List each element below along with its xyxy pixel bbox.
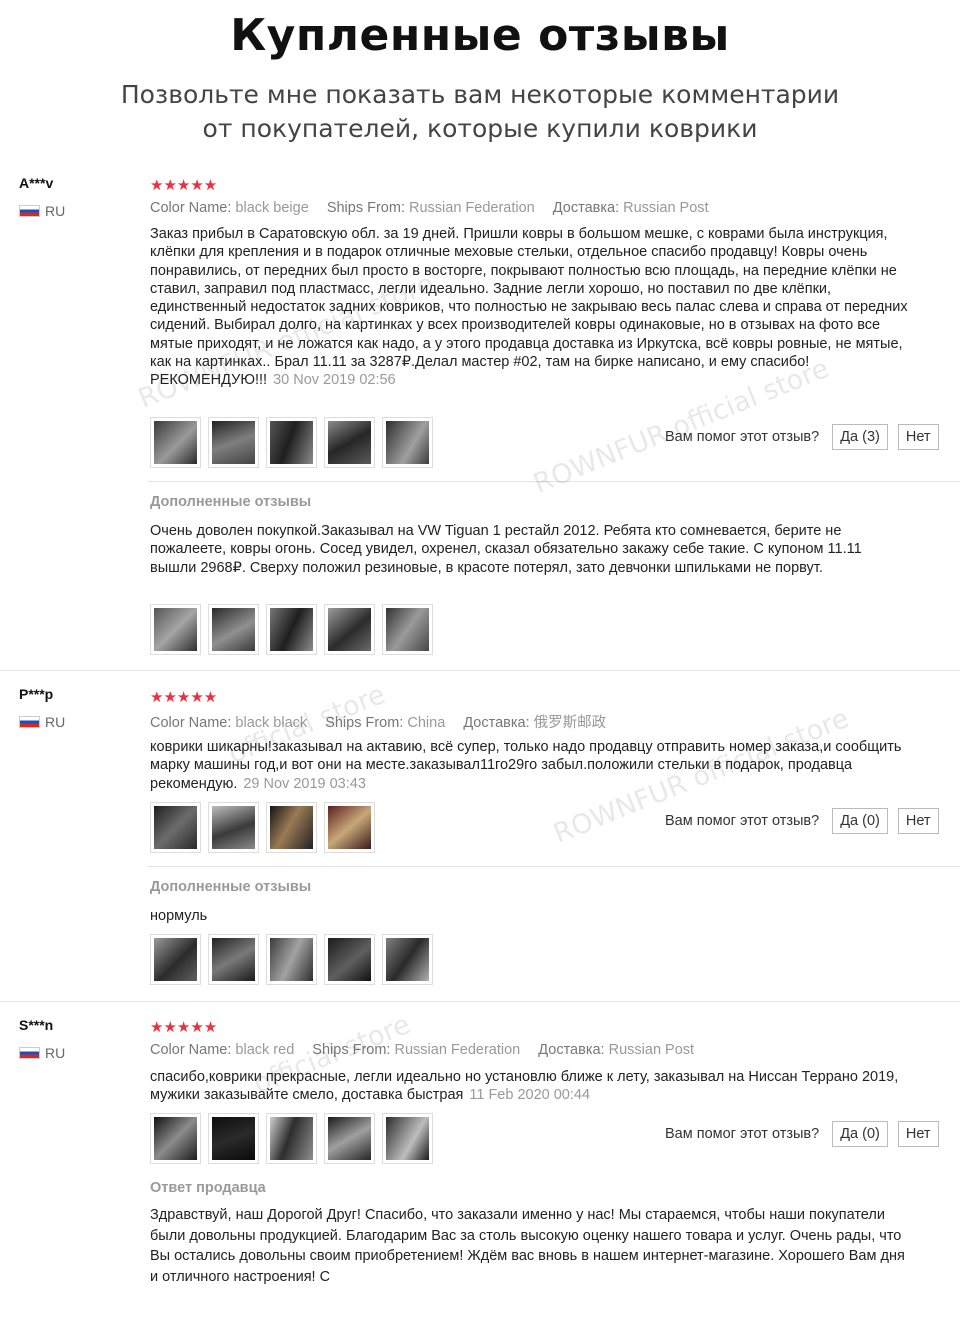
photo-thumbnail[interactable] <box>382 1113 433 1164</box>
color-name-value: black black <box>235 715 308 731</box>
vote-yes-button[interactable]: Да (0) <box>832 808 888 834</box>
photo-thumbnail[interactable] <box>382 417 433 468</box>
review-separator <box>0 1001 960 1002</box>
helpful-vote: Вам помог этот отзыв? Да (3) Нет <box>665 424 949 450</box>
vote-yes-button[interactable]: Да (3) <box>832 424 888 450</box>
divider <box>148 866 960 867</box>
additional-photos <box>150 934 433 985</box>
divider <box>148 481 960 482</box>
helpful-question: Вам помог этот отзыв? <box>665 813 820 829</box>
review-separator <box>0 670 960 671</box>
photo-thumbnail[interactable] <box>208 934 259 985</box>
photo-thumbnail[interactable] <box>150 934 201 985</box>
helpful-vote: Вам помог этот отзыв? Да (0) Нет <box>665 808 949 834</box>
review-text: Заказ прибыл в Саратовскую обл. за 19 дн… <box>150 225 910 390</box>
ships-from-label: Ships From: <box>312 1042 391 1058</box>
page-subtitle: Позвольте мне показать вам некоторые ком… <box>0 78 960 146</box>
reviewer-name: A***v <box>19 175 54 191</box>
additional-review-text: Очень доволен покупкой.Заказывал на VW T… <box>150 523 862 576</box>
photo-thumbnail[interactable] <box>266 604 317 655</box>
photo-thumbnail[interactable] <box>266 417 317 468</box>
additional-review-text: нормуль <box>150 908 208 924</box>
delivery-label: Доставка: <box>463 715 530 731</box>
review-date: 30 Nov 2019 02:56 <box>273 372 396 389</box>
seller-reply-label: Ответ продавца <box>150 1180 266 1196</box>
reviewer-name: P***p <box>19 686 54 702</box>
ships-from-label: Ships From: <box>326 200 405 216</box>
review-meta: Color Name: black red Ships From: Russia… <box>150 1042 708 1058</box>
photo-thumbnail[interactable] <box>150 802 201 853</box>
vote-no-button[interactable]: Нет <box>897 808 939 834</box>
review-meta: Color Name: black beige Ships From: Russ… <box>150 200 723 216</box>
review-photos <box>150 802 375 853</box>
seller-reply-text: Здравствуй, наш Дорогой Друг! Спасибо, ч… <box>150 1207 905 1286</box>
review-date: 29 Nov 2019 03:43 <box>243 775 366 792</box>
photo-thumbnail[interactable] <box>150 1113 201 1164</box>
photo-thumbnail[interactable] <box>324 934 375 985</box>
subtitle-line-1: Позвольте мне показать вам некоторые ком… <box>120 80 840 109</box>
star-rating: ★★★★★ <box>150 1019 218 1036</box>
delivery-value: 俄罗斯邮政 <box>533 715 607 731</box>
photo-thumbnail[interactable] <box>208 802 259 853</box>
photo-thumbnail[interactable] <box>150 604 201 655</box>
review-body: Заказ прибыл в Саратовскую обл. за 19 дн… <box>150 226 908 389</box>
vote-no-button[interactable]: Нет <box>897 1121 939 1147</box>
russia-flag-icon <box>19 1047 40 1059</box>
color-name-label: Color Name: <box>150 715 232 731</box>
photo-thumbnail[interactable] <box>382 934 433 985</box>
reviewer-country: RU <box>19 1045 65 1061</box>
delivery-label: Доставка: <box>538 1042 605 1058</box>
ships-from-label: Ships From: <box>325 715 404 731</box>
photo-thumbnail[interactable] <box>266 1113 317 1164</box>
reviewer-country: RU <box>19 714 65 730</box>
star-rating: ★★★★★ <box>150 689 218 706</box>
country-code: RU <box>45 714 66 730</box>
page-title: Купленные отзывы <box>230 10 730 61</box>
helpful-question: Вам помог этот отзыв? <box>665 1126 820 1142</box>
review-text: коврики шикарны!заказывал на актавию, вс… <box>150 738 910 793</box>
photo-thumbnail[interactable] <box>324 802 375 853</box>
additional-reviews-label: Дополненные отзывы <box>150 879 312 895</box>
delivery-label: Доставка: <box>552 200 620 216</box>
review-text: спасибо,коврики прекрасные, легли идеаль… <box>150 1068 910 1105</box>
ships-from-value: Russian Federation <box>394 1042 521 1058</box>
color-name-label: Color Name: <box>150 200 232 216</box>
country-code: RU <box>45 1045 66 1061</box>
country-code: RU <box>45 203 66 219</box>
photo-thumbnail[interactable] <box>382 604 433 655</box>
color-name-label: Color Name: <box>150 1042 232 1058</box>
review-date: 11 Feb 2020 00:44 <box>469 1087 591 1104</box>
delivery-value: Russian Post <box>608 1042 695 1058</box>
ships-from-value: China <box>407 715 446 731</box>
photo-thumbnail[interactable] <box>208 417 259 468</box>
photo-thumbnail[interactable] <box>324 417 375 468</box>
review-meta: Color Name: black black Ships From: Chin… <box>150 711 620 732</box>
photo-thumbnail[interactable] <box>324 604 375 655</box>
helpful-question: Вам помог этот отзыв? <box>665 429 820 445</box>
photo-thumbnail[interactable] <box>266 802 317 853</box>
subtitle-line-2: от покупателей, которые купили коврики <box>202 114 758 143</box>
reviewer-country: RU <box>19 203 65 219</box>
photo-thumbnail[interactable] <box>208 604 259 655</box>
additional-photos <box>150 604 433 655</box>
additional-reviews-label: Дополненные отзывы <box>150 494 312 510</box>
photo-thumbnail[interactable] <box>208 1113 259 1164</box>
russia-flag-icon <box>19 205 40 217</box>
photo-thumbnail[interactable] <box>150 417 201 468</box>
reviewer-name: S***n <box>19 1017 54 1033</box>
vote-yes-button[interactable]: Да (0) <box>832 1121 888 1147</box>
review-photos <box>150 417 433 468</box>
photo-thumbnail[interactable] <box>266 934 317 985</box>
star-rating: ★★★★★ <box>150 177 218 194</box>
helpful-vote: Вам помог этот отзыв? Да (0) Нет <box>665 1121 949 1147</box>
vote-no-button[interactable]: Нет <box>897 424 939 450</box>
color-name-value: black red <box>235 1042 295 1058</box>
photo-thumbnail[interactable] <box>324 1113 375 1164</box>
review-photos <box>150 1113 433 1164</box>
ships-from-value: Russian Federation <box>409 200 535 216</box>
russia-flag-icon <box>19 716 40 728</box>
color-name-value: black beige <box>235 200 309 216</box>
delivery-value: Russian Post <box>623 200 709 216</box>
